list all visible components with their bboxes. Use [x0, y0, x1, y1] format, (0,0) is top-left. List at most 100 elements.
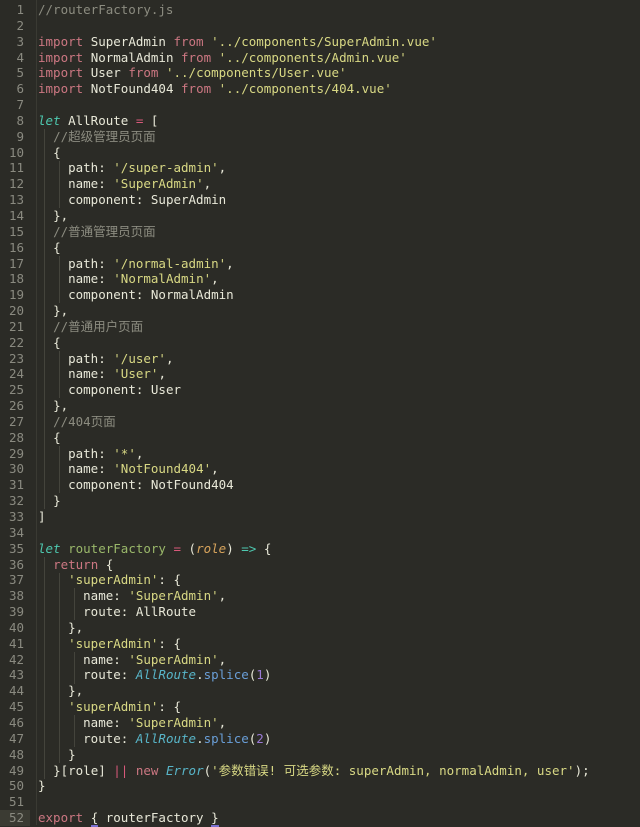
code-line[interactable]: 31 component: NotFound404: [0, 477, 640, 493]
line-content[interactable]: {: [30, 240, 640, 256]
line-content[interactable]: },: [30, 398, 640, 414]
code-line[interactable]: 16 {: [0, 240, 640, 256]
line-content[interactable]: {: [30, 335, 640, 351]
code-line[interactable]: 2: [0, 18, 640, 34]
code-line[interactable]: 29 path: '*',: [0, 446, 640, 462]
code-line[interactable]: 19 component: NormalAdmin: [0, 287, 640, 303]
line-content[interactable]: name: 'NormalAdmin',: [30, 271, 640, 287]
code-line[interactable]: 7: [0, 97, 640, 113]
line-content[interactable]: route: AllRoute: [30, 604, 640, 620]
code-line[interactable]: 3 import SuperAdmin from '../components/S…: [0, 34, 640, 50]
line-content[interactable]: return {: [30, 557, 640, 573]
line-content[interactable]: path: '/super-admin',: [30, 160, 640, 176]
code-line[interactable]: 34: [0, 525, 640, 541]
code-line[interactable]: 5 import User from '../components/User.vu…: [0, 65, 640, 81]
code-line[interactable]: 32 }: [0, 493, 640, 509]
code-line[interactable]: 24 name: 'User',: [0, 366, 640, 382]
line-content[interactable]: name: 'SuperAdmin',: [30, 588, 640, 604]
code-line[interactable]: 25 component: User: [0, 382, 640, 398]
code-line[interactable]: 30 name: 'NotFound404',: [0, 461, 640, 477]
code-line[interactable]: 20 },: [0, 303, 640, 319]
line-content[interactable]: }: [30, 778, 640, 794]
line-content[interactable]: import SuperAdmin from '../components/Su…: [30, 34, 640, 50]
line-content[interactable]: }: [30, 747, 640, 763]
line-content[interactable]: export { routerFactory }: [30, 810, 640, 827]
code-line[interactable]: 8 let AllRoute = [: [0, 113, 640, 129]
code-line[interactable]: 21 //普通用户页面: [0, 319, 640, 335]
code-line[interactable]: 46 name: 'SuperAdmin',: [0, 715, 640, 731]
line-content[interactable]: },: [30, 303, 640, 319]
code-line[interactable]: 38 name: 'SuperAdmin',: [0, 588, 640, 604]
line-content[interactable]: name: 'User',: [30, 366, 640, 382]
line-content[interactable]: }[role] || new Error('参数错误! 可选参数: superA…: [30, 763, 640, 779]
line-content[interactable]: },: [30, 208, 640, 224]
code-editor[interactable]: 1//routerFactory.js 2 3 import SuperAdmin f…: [0, 0, 640, 827]
code-line[interactable]: 23 path: '/user',: [0, 351, 640, 367]
line-content[interactable]: let routerFactory = (role) => {: [30, 541, 640, 557]
code-line[interactable]: 47 route: AllRoute.splice(2): [0, 731, 640, 747]
code-line[interactable]: 13 component: SuperAdmin: [0, 192, 640, 208]
line-content[interactable]: name: 'SuperAdmin',: [30, 652, 640, 668]
code-line[interactable]: 6 import NotFound404 from '../components/…: [0, 81, 640, 97]
line-content[interactable]: //404页面: [30, 414, 640, 430]
line-content[interactable]: //普通管理员页面: [30, 224, 640, 240]
line-content[interactable]: route: AllRoute.splice(1): [30, 667, 640, 683]
line-content[interactable]: ]: [30, 509, 640, 525]
line-content[interactable]: }: [30, 493, 640, 509]
code-line[interactable]: 35 let routerFactory = (role) => {: [0, 541, 640, 557]
code-line[interactable]: 45 'superAdmin': {: [0, 699, 640, 715]
code-line[interactable]: 52 export { routerFactory }: [0, 810, 640, 827]
code-line[interactable]: 4 import NormalAdmin from '../components/…: [0, 50, 640, 66]
code-line[interactable]: 40 },: [0, 620, 640, 636]
line-content[interactable]: //超级管理员页面: [30, 129, 640, 145]
line-content[interactable]: path: '/normal-admin',: [30, 256, 640, 272]
line-content[interactable]: path: '/user',: [30, 351, 640, 367]
line-content[interactable]: 'superAdmin': {: [30, 636, 640, 652]
code-line[interactable]: 50}: [0, 778, 640, 794]
line-content[interactable]: //routerFactory.js: [30, 2, 640, 18]
code-line[interactable]: 14 },: [0, 208, 640, 224]
code-line[interactable]: 33]: [0, 509, 640, 525]
line-content[interactable]: //普通用户页面: [30, 319, 640, 335]
code-line[interactable]: 28 {: [0, 430, 640, 446]
code-line[interactable]: 43 route: AllRoute.splice(1): [0, 667, 640, 683]
line-content[interactable]: },: [30, 620, 640, 636]
line-content[interactable]: import User from '../components/User.vue…: [30, 65, 640, 81]
code-line[interactable]: 12 name: 'SuperAdmin',: [0, 176, 640, 192]
line-content[interactable]: name: 'SuperAdmin',: [30, 176, 640, 192]
code-line[interactable]: 1 //routerFactory.js: [0, 2, 640, 18]
line-content[interactable]: },: [30, 683, 640, 699]
code-line[interactable]: 42 name: 'SuperAdmin',: [0, 652, 640, 668]
code-line[interactable]: 18 name: 'NormalAdmin',: [0, 271, 640, 287]
line-content[interactable]: import NotFound404 from '../components/4…: [30, 81, 640, 97]
code-line[interactable]: 49 }[role] || new Error('参数错误! 可选参数: sup…: [0, 763, 640, 779]
code-line[interactable]: 9 //超级管理员页面: [0, 129, 640, 145]
line-content[interactable]: {: [30, 145, 640, 161]
code-line[interactable]: 41 'superAdmin': {: [0, 636, 640, 652]
code-line[interactable]: 36 return {: [0, 557, 640, 573]
code-line[interactable]: 15 //普通管理员页面: [0, 224, 640, 240]
line-content[interactable]: route: AllRoute.splice(2): [30, 731, 640, 747]
line-content[interactable]: import NormalAdmin from '../components/A…: [30, 50, 640, 66]
code-line[interactable]: 27 //404页面: [0, 414, 640, 430]
code-line[interactable]: 37 'superAdmin': {: [0, 572, 640, 588]
code-line[interactable]: 26 },: [0, 398, 640, 414]
line-content[interactable]: path: '*',: [30, 446, 640, 462]
code-line[interactable]: 51: [0, 794, 640, 810]
line-content[interactable]: component: NotFound404: [30, 477, 640, 493]
line-content[interactable]: let AllRoute = [: [30, 113, 640, 129]
line-content[interactable]: name: 'NotFound404',: [30, 461, 640, 477]
code-line[interactable]: 10 {: [0, 145, 640, 161]
code-line[interactable]: 48 }: [0, 747, 640, 763]
code-line[interactable]: 39 route: AllRoute: [0, 604, 640, 620]
line-content[interactable]: component: User: [30, 382, 640, 398]
line-content[interactable]: {: [30, 430, 640, 446]
line-content[interactable]: name: 'SuperAdmin',: [30, 715, 640, 731]
code-line[interactable]: 11 path: '/super-admin',: [0, 160, 640, 176]
code-lines-container[interactable]: 1//routerFactory.js 2 3 import SuperAdmin f…: [0, 2, 640, 827]
line-content[interactable]: component: SuperAdmin: [30, 192, 640, 208]
line-content[interactable]: component: NormalAdmin: [30, 287, 640, 303]
code-line[interactable]: 17 path: '/normal-admin',: [0, 256, 640, 272]
code-line[interactable]: 44 },: [0, 683, 640, 699]
line-content[interactable]: 'superAdmin': {: [30, 699, 640, 715]
